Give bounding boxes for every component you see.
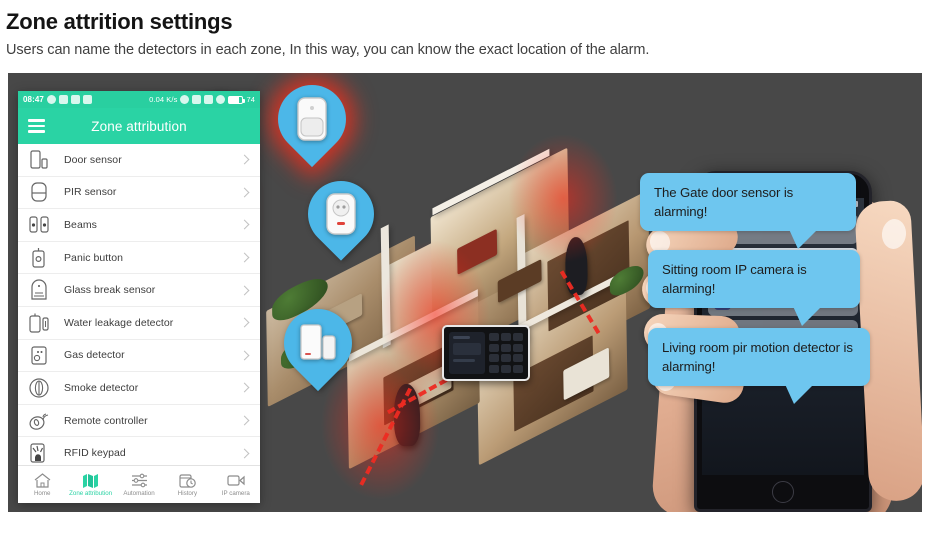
chevron-right-icon <box>239 350 250 361</box>
zone-label: Beams <box>64 218 97 231</box>
tab-label: IP camera <box>221 490 250 497</box>
chevron-right-icon <box>239 415 250 426</box>
chevron-right-icon <box>239 448 250 459</box>
bubble-living-room-pir: Living room pir motion detector is alarm… <box>648 328 870 404</box>
zone-label: Gas detector <box>64 349 125 362</box>
chevron-right-icon <box>239 187 250 198</box>
zone-row-rfid-keypad[interactable]: RFID keypad <box>18 437 260 465</box>
zone-label: Smoke detector <box>64 381 139 394</box>
pir-sensor-pin-top[interactable] <box>263 73 361 168</box>
pir-sensor-device-icon <box>278 85 346 153</box>
chevron-right-icon <box>239 252 250 263</box>
alarm-clock-icon <box>180 95 190 104</box>
home-icon <box>34 472 51 488</box>
tab-zone-attribution[interactable]: Zone attribution <box>66 472 114 497</box>
camera-icon <box>227 472 245 488</box>
zone-row-pir-sensor[interactable]: PIR sensor <box>18 177 260 210</box>
sync-icon <box>58 95 68 104</box>
alarm-control-panel[interactable] <box>442 325 530 381</box>
tab-label: History <box>177 490 198 497</box>
tab-history[interactable]: History <box>163 472 211 497</box>
zone-label: Glass break sensor <box>64 284 156 297</box>
smart-socket-device-icon <box>308 181 374 247</box>
tab-home[interactable]: Home <box>18 472 66 497</box>
tab-label: Home <box>33 490 51 497</box>
app-bar: Zone attribution <box>18 108 260 144</box>
zone-icon <box>82 472 99 488</box>
panic-button-icon <box>26 245 52 271</box>
chevron-right-icon <box>239 220 250 230</box>
media-panel: Jin An S 17:56 Study room fire detector … <box>8 73 922 512</box>
zone-label: Remote controller <box>64 414 148 427</box>
chevron-right-icon <box>239 154 250 165</box>
page-header: Zone attrition settings Users can name t… <box>0 0 930 61</box>
gas-detector-icon <box>26 342 52 368</box>
tab-label: Zone attribution <box>69 490 113 497</box>
photo-icon <box>70 95 80 104</box>
water-leakage-icon <box>26 310 52 336</box>
app-status-bar: 08:47 0.04 K/s 74 <box>18 91 260 108</box>
beams-icon <box>26 212 52 238</box>
smoke-detector-icon <box>26 375 52 401</box>
history-icon <box>179 472 196 488</box>
smart-socket-pin[interactable] <box>294 167 388 261</box>
location-icon <box>216 95 226 104</box>
zone-label: Water leakage detector <box>64 316 174 329</box>
bottom-tab-bar[interactable]: Home Zone attribution Automation History <box>18 465 260 503</box>
zone-row-gas-detector[interactable]: Gas detector <box>18 340 260 373</box>
wall <box>380 224 391 349</box>
remote-controller-icon <box>26 408 52 434</box>
battery-icon <box>228 95 246 104</box>
zone-label: Panic button <box>64 251 123 264</box>
mobile-app-screenshot: 08:47 0.04 K/s 74 Zone attribution Door … <box>18 91 260 503</box>
zone-label: PIR sensor <box>64 186 117 199</box>
tab-automation[interactable]: Automation <box>115 472 163 497</box>
app-icon <box>82 95 92 104</box>
tab-ip-camera[interactable]: IP camera <box>212 472 260 497</box>
door-sensor-icon <box>26 147 52 173</box>
wifi-icon <box>192 95 202 104</box>
battery-level: 74 <box>246 95 255 104</box>
status-clock: 08:47 <box>23 95 44 104</box>
zone-list[interactable]: Door sensor PIR sensor Beams Panic butto… <box>18 144 260 465</box>
status-data-rate: 0.04 K/s <box>149 95 178 104</box>
chevron-right-icon <box>239 317 250 328</box>
pir-sensor-icon <box>26 179 52 205</box>
zone-label: RFID keypad <box>64 447 126 460</box>
door-sensor-pin-right[interactable] <box>269 294 367 392</box>
zone-row-beams[interactable]: Beams <box>18 209 260 242</box>
home-button[interactable] <box>772 481 794 503</box>
tab-label: Automation <box>123 490 155 497</box>
floorplan <box>259 117 673 502</box>
signal-icon <box>204 95 214 104</box>
app-bar-title: Zone attribution <box>91 118 187 134</box>
chevron-right-icon <box>239 383 250 393</box>
glass-break-sensor-icon <box>26 277 52 303</box>
zone-label: Door sensor <box>64 153 122 166</box>
rfid-keypad-icon <box>26 440 52 465</box>
bubble-sitting-room-camera: Sitting room IP camera is alarming! <box>648 250 860 326</box>
zone-row-glass-break-sensor[interactable]: Glass break sensor <box>18 274 260 307</box>
zone-row-water-leakage-detector[interactable]: Water leakage detector <box>18 307 260 340</box>
page-title: Zone attrition settings <box>6 9 233 34</box>
zone-row-panic-button[interactable]: Panic button <box>18 242 260 275</box>
automation-icon <box>131 472 148 488</box>
hamburger-icon[interactable] <box>28 116 45 137</box>
zone-row-remote-controller[interactable]: Remote controller <box>18 405 260 438</box>
door-sensor-device-icon <box>284 309 352 377</box>
zone-row-smoke-detector[interactable]: Smoke detector <box>18 372 260 405</box>
chevron-right-icon <box>239 285 250 296</box>
bubble-gate-door-sensor: The Gate door sensor is alarming! <box>640 173 856 249</box>
emoji-icon <box>46 95 56 104</box>
page-subtitle: Users can name the detectors in each zon… <box>6 42 650 58</box>
zone-row-door-sensor[interactable]: Door sensor <box>18 144 260 177</box>
